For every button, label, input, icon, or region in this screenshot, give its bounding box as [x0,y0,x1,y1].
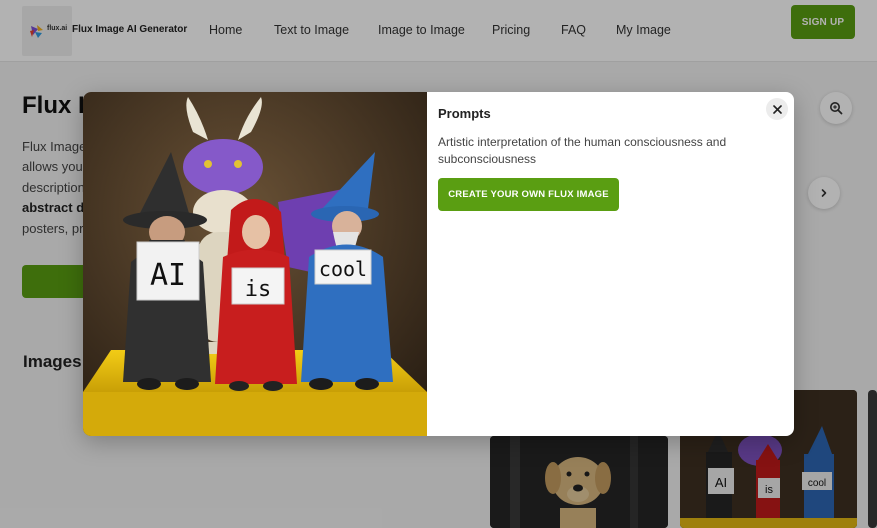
close-icon [772,104,782,114]
sign-is: is [245,277,272,302]
close-button[interactable] [766,98,788,120]
create-flux-image-button[interactable]: CREATE YOUR OWN FLUX IMAGE [438,178,619,211]
wizards-image: AI is cool [83,92,427,436]
prompt-text: Artistic interpretation of the human con… [438,135,727,166]
image-detail-modal: AI is cool Prompts Artistic interpretati… [83,92,794,436]
generated-image: AI is cool [83,92,427,436]
prompts-heading: Prompts [438,106,491,121]
sign-ai: AI [150,258,186,293]
sign-cool: cool [319,257,367,281]
